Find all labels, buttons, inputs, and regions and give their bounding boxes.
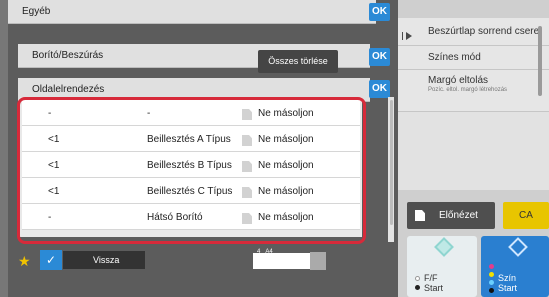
right-panel-empty [398, 112, 549, 190]
preview-button[interactable]: Előnézet [407, 202, 495, 229]
cyan-dot-icon [489, 280, 494, 285]
play-icon [406, 32, 412, 40]
white-dot-icon [415, 276, 420, 281]
black-dot-icon [489, 288, 494, 293]
play-icon-bar [402, 32, 403, 40]
color-label: Szín [498, 273, 517, 283]
margin-shift[interactable]: Margó eltolás Pozíc. eltol. margó létreh… [398, 70, 549, 112]
start-diamond-icon [434, 237, 454, 257]
swap-insert-order-label: Beszúrtlap sorrend csere [428, 26, 540, 37]
paper-icon [310, 252, 326, 270]
page-number: 4 A4 [257, 249, 273, 255]
magenta-dot-icon [489, 264, 494, 269]
clear-all-button[interactable]: Összes törlése [258, 50, 338, 73]
bw-start-button[interactable]: F/F Start [407, 236, 477, 297]
bw-start-label: Start [424, 283, 444, 293]
ca-button[interactable]: CA [503, 202, 549, 229]
color-start-label: Start [498, 283, 518, 293]
margin-shift-sublabel: Pozíc. eltol. margó létrehozás [428, 87, 508, 93]
color-mode-label: Színes mód [428, 52, 481, 63]
swap-insert-order[interactable]: Beszúrtlap sorrend csere [398, 18, 549, 46]
bw-label: F/F [424, 273, 438, 283]
screen: Egyéb OK Borító/Beszúrás OK Összes törlé… [0, 0, 549, 297]
preview-icon [415, 210, 425, 221]
start-diamond-icon [508, 237, 528, 257]
highlight-frame [17, 97, 366, 244]
color-mode[interactable]: Színes mód [398, 46, 549, 70]
black-dot-icon [415, 285, 420, 290]
check-icon[interactable]: ✓ [40, 250, 62, 270]
margin-shift-label: Margó eltolás [428, 75, 489, 86]
yellow-dot-icon [489, 272, 494, 277]
back-button[interactable]: Vissza [63, 251, 145, 269]
page-layout-ok-button[interactable]: OK [369, 80, 390, 98]
preview-label: Előnézet [439, 210, 478, 221]
right-scrollbar[interactable] [538, 26, 542, 96]
star-icon[interactable]: ★ [18, 253, 31, 270]
color-start-button[interactable]: Szín Start [481, 236, 549, 297]
window-title: Egyéb [8, 0, 376, 24]
ok-button[interactable]: OK [369, 3, 390, 21]
cover-insert-ok-button[interactable]: OK [369, 48, 390, 66]
scrollbar-thumb[interactable] [390, 100, 393, 225]
